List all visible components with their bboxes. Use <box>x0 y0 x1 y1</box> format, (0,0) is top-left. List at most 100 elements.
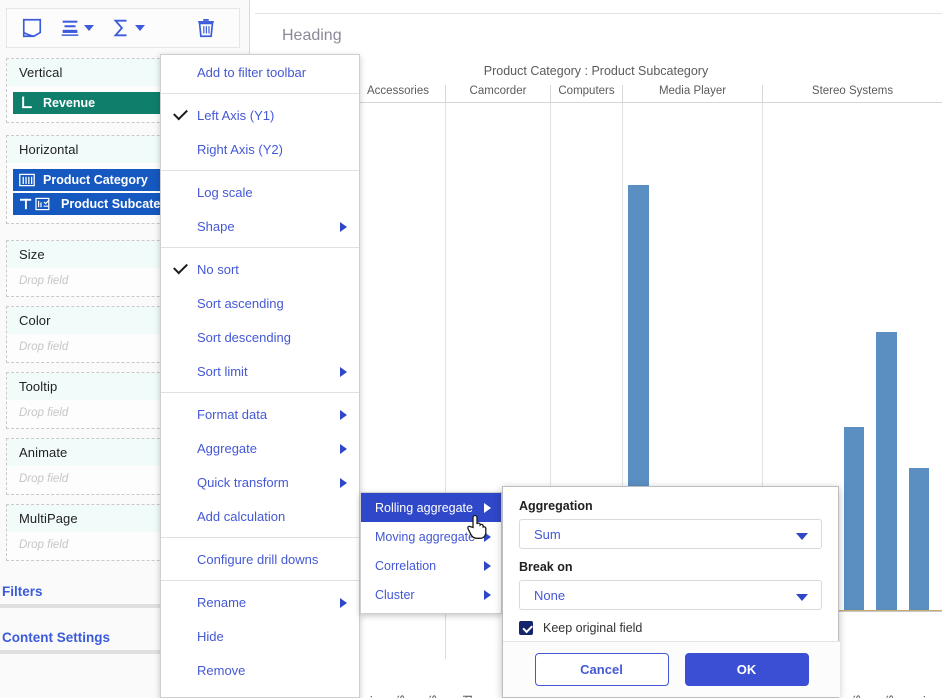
chevron-down-icon[interactable] <box>796 594 808 601</box>
menu-item-label: Sort ascending <box>197 295 284 311</box>
field-pill-label: Product Category <box>43 173 148 187</box>
delete-button[interactable] <box>195 17 217 39</box>
menu-item-add-calculation[interactable]: Add calculation <box>161 499 359 533</box>
menu-item-configure-drill-downs[interactable]: Configure drill downs <box>161 542 359 576</box>
note-shape-button[interactable] <box>21 17 43 39</box>
menu-item-label: Remove <box>197 662 246 678</box>
menu-item-label: Aggregate <box>197 440 257 456</box>
chevron-right-icon <box>340 598 347 608</box>
bar-ipod-dock[interactable] <box>909 468 929 610</box>
chevron-down-icon[interactable] <box>84 25 94 31</box>
app-root: Vertical Revenue Horizontal Product Cate… <box>0 0 942 698</box>
menu-item-sort-ascending[interactable]: Sort ascending <box>161 286 359 320</box>
chevron-right-icon <box>484 532 491 542</box>
aggregation-select[interactable]: Sum <box>519 519 822 549</box>
menu-item-add-to-filter-toolbar[interactable]: Add to filter toolbar <box>161 55 359 89</box>
menu-item-aggregate[interactable]: Aggregate <box>161 431 359 465</box>
dialog-footer: Cancel OK <box>503 641 840 697</box>
context-menu[interactable]: Add to filter toolbar Left Axis (Y1) Rig… <box>160 54 360 698</box>
bar-chart-icon <box>19 173 35 187</box>
keep-original-field-label: Keep original field <box>543 621 643 635</box>
measure-axis-icon <box>22 96 32 109</box>
trash-icon <box>198 19 214 38</box>
menu-item-label: Quick transform <box>197 474 289 490</box>
keep-original-field-row[interactable]: Keep original field <box>519 621 822 635</box>
bar-speaker-kits[interactable] <box>876 332 897 610</box>
menu-item-label: Shape <box>197 218 235 234</box>
align-icon <box>61 20 79 36</box>
field-pill-label: Revenue <box>43 96 96 110</box>
chevron-right-icon <box>340 367 347 377</box>
cancel-button[interactable]: Cancel <box>534 653 669 686</box>
menu-item-format-data[interactable]: Format data <box>161 397 359 431</box>
menu-item-label: Sort limit <box>197 363 248 379</box>
menu-item-right-axis[interactable]: Right Axis (Y2) <box>161 132 359 166</box>
menu-item-rename[interactable]: Rename <box>161 585 359 619</box>
category-label: Accessories <box>367 85 429 97</box>
chevron-right-icon <box>340 410 347 420</box>
note-shape-icon <box>22 18 42 38</box>
submenu-item-label: Moving aggregate <box>375 529 476 544</box>
break-on-select[interactable]: None <box>519 580 822 610</box>
bar-receivers[interactable] <box>844 427 864 610</box>
submenu-item-label: Cluster <box>375 587 415 602</box>
menu-item-label: Right Axis (Y2) <box>197 141 283 157</box>
aggregation-select-value: Sum <box>534 526 561 542</box>
menu-item-hide[interactable]: Hide <box>161 619 359 653</box>
chevron-right-icon <box>484 503 491 513</box>
aggregation-dialog[interactable]: Aggregation Sum Break on None Keep origi… <box>502 486 840 698</box>
menu-item-label: Add to filter toolbar <box>197 64 307 80</box>
break-on-field-label: Break on <box>519 560 573 574</box>
menu-item-remove[interactable]: Remove <box>161 653 359 687</box>
keep-original-field-checkbox[interactable] <box>519 621 533 635</box>
submenu-item-label: Rolling aggregate <box>375 500 473 515</box>
menu-item-label: Log scale <box>197 184 253 200</box>
chevron-right-icon <box>340 222 347 232</box>
menu-item-label: No sort <box>197 261 239 277</box>
menu-item-label: Format data <box>197 406 268 422</box>
submenu-item-cluster[interactable]: Cluster <box>361 580 501 609</box>
submenu-item-correlation[interactable]: Correlation <box>361 551 501 580</box>
category-label: Computers <box>558 85 615 97</box>
chevron-down-icon[interactable] <box>135 25 145 31</box>
menu-item-quick-transform[interactable]: Quick transform <box>161 465 359 499</box>
menu-divider <box>161 580 359 581</box>
menu-divider <box>161 93 359 94</box>
quick-transform-submenu[interactable]: Rolling aggregate Moving aggregate Corre… <box>360 492 502 614</box>
menu-item-log-scale[interactable]: Log scale <box>161 175 359 209</box>
menu-divider <box>161 247 359 248</box>
page-title: Heading <box>282 27 342 44</box>
shelf-toolbar <box>6 8 240 48</box>
menu-item-label: Sort descending <box>197 329 291 345</box>
break-on-select-value: None <box>534 587 566 603</box>
aggregate-button[interactable] <box>110 17 145 39</box>
menu-divider <box>161 392 359 393</box>
ok-button[interactable]: OK <box>684 653 809 686</box>
menu-item-no-sort[interactable]: No sort <box>161 252 359 286</box>
menu-divider <box>161 537 359 538</box>
menu-item-sort-descending[interactable]: Sort descending <box>161 320 359 354</box>
menu-divider <box>161 170 359 171</box>
menu-item-label: Rename <box>197 594 247 610</box>
chevron-right-icon <box>340 444 347 454</box>
aggregation-field-label: Aggregation <box>519 499 593 513</box>
chevron-right-icon <box>484 561 491 571</box>
menu-item-sort-limit[interactable]: Sort limit <box>161 354 359 388</box>
menu-item-label: Configure drill downs <box>197 551 319 567</box>
submenu-item-moving-aggregate[interactable]: Moving aggregate <box>361 522 501 551</box>
divider <box>255 13 942 14</box>
submenu-item-rolling-aggregate[interactable]: Rolling aggregate <box>361 493 501 522</box>
tick <box>445 611 446 659</box>
align-button[interactable] <box>59 17 94 39</box>
category-label: Camcorder <box>469 85 527 97</box>
chevron-right-icon <box>484 590 491 600</box>
menu-item-left-axis[interactable]: Left Axis (Y1) <box>161 98 359 132</box>
menu-item-label: Hide <box>197 628 224 644</box>
menu-item-label: Left Axis (Y1) <box>197 107 275 123</box>
chevron-down-icon[interactable] <box>796 533 808 540</box>
submenu-item-label: Correlation <box>375 558 437 573</box>
hierarchy-level-icon <box>20 197 50 211</box>
menu-item-label: Add calculation <box>197 508 286 524</box>
menu-item-shape[interactable]: Shape <box>161 209 359 243</box>
category-label: Stereo Systems <box>811 85 894 97</box>
